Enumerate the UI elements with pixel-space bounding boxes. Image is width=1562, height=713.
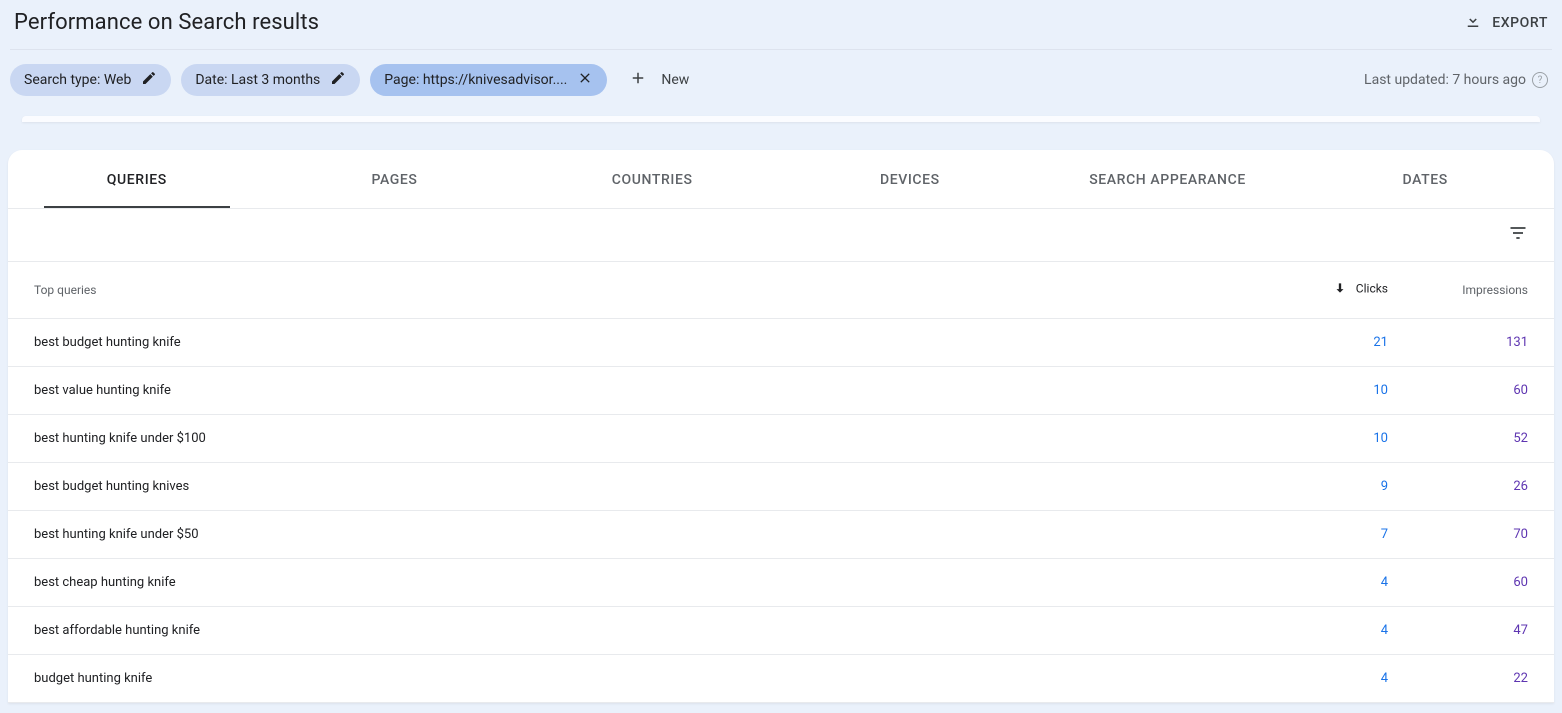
last-updated: Last updated: 7 hours ago ? bbox=[1364, 72, 1548, 88]
help-icon[interactable]: ? bbox=[1532, 72, 1548, 88]
clicks-cell: 4 bbox=[1274, 654, 1414, 702]
tab-pages[interactable]: PAGES bbox=[266, 150, 524, 208]
clicks-cell: 9 bbox=[1274, 462, 1414, 510]
add-filter-label: New bbox=[661, 72, 689, 88]
last-updated-text: Last updated: 7 hours ago bbox=[1364, 72, 1526, 88]
clicks-cell: 4 bbox=[1274, 606, 1414, 654]
col-header-clicks-label: Clicks bbox=[1356, 282, 1388, 296]
filter-chip-0[interactable]: Search type: Web bbox=[10, 64, 171, 96]
col-header-clicks[interactable]: Clicks bbox=[1274, 262, 1414, 318]
table-row[interactable]: budget hunting knife422 bbox=[8, 654, 1554, 702]
query-cell: best value hunting knife bbox=[8, 366, 1274, 414]
tab-countries[interactable]: COUNTRIES bbox=[523, 150, 781, 208]
filter-chip-2[interactable]: Page: https://knivesadvisor.... bbox=[370, 64, 607, 96]
tab-queries[interactable]: QUERIES bbox=[8, 150, 266, 208]
tab-devices[interactable]: DEVICES bbox=[781, 150, 1039, 208]
filter-chip-1[interactable]: Date: Last 3 months bbox=[181, 64, 360, 96]
table-row[interactable]: best budget hunting knife21131 bbox=[8, 318, 1554, 366]
tab-search-appearance[interactable]: SEARCH APPEARANCE bbox=[1039, 150, 1297, 208]
download-icon bbox=[1464, 12, 1482, 34]
query-cell: best cheap hunting knife bbox=[8, 558, 1274, 606]
query-cell: best budget hunting knife bbox=[8, 318, 1274, 366]
table-row[interactable]: best hunting knife under $50770 bbox=[8, 510, 1554, 558]
data-card: QUERIESPAGESCOUNTRIESDEVICESSEARCH APPEA… bbox=[8, 150, 1554, 703]
edit-icon[interactable] bbox=[330, 70, 346, 90]
impressions-cell: 60 bbox=[1414, 366, 1554, 414]
impressions-cell: 60 bbox=[1414, 558, 1554, 606]
clicks-cell: 10 bbox=[1274, 414, 1414, 462]
queries-table: Top queries Clicks Impressions best budg… bbox=[8, 262, 1554, 703]
impressions-cell: 52 bbox=[1414, 414, 1554, 462]
edit-icon[interactable] bbox=[141, 70, 157, 90]
query-cell: best hunting knife under $50 bbox=[8, 510, 1274, 558]
filter-chip-label: Page: https://knivesadvisor.... bbox=[384, 72, 567, 88]
table-row[interactable]: best hunting knife under $1001052 bbox=[8, 414, 1554, 462]
query-cell: budget hunting knife bbox=[8, 654, 1274, 702]
filter-chip-label: Search type: Web bbox=[24, 72, 131, 88]
export-button[interactable]: EXPORT bbox=[1464, 12, 1548, 34]
clicks-cell: 4 bbox=[1274, 558, 1414, 606]
clicks-cell: 10 bbox=[1274, 366, 1414, 414]
close-icon[interactable] bbox=[577, 70, 593, 90]
impressions-cell: 131 bbox=[1414, 318, 1554, 366]
query-cell: best budget hunting knives bbox=[8, 462, 1274, 510]
tab-dates[interactable]: DATES bbox=[1296, 150, 1554, 208]
export-label: EXPORT bbox=[1492, 15, 1548, 31]
add-filter-button[interactable]: New bbox=[629, 69, 689, 91]
col-header-impressions[interactable]: Impressions bbox=[1414, 262, 1554, 318]
impressions-cell: 70 bbox=[1414, 510, 1554, 558]
table-row[interactable]: best cheap hunting knife460 bbox=[8, 558, 1554, 606]
clicks-cell: 21 bbox=[1274, 318, 1414, 366]
table-row[interactable]: best budget hunting knives926 bbox=[8, 462, 1554, 510]
impressions-cell: 26 bbox=[1414, 462, 1554, 510]
clicks-cell: 7 bbox=[1274, 510, 1414, 558]
query-cell: best affordable hunting knife bbox=[8, 606, 1274, 654]
table-filter-button[interactable] bbox=[1508, 223, 1528, 247]
plus-icon bbox=[629, 69, 647, 91]
table-row[interactable]: best affordable hunting knife447 bbox=[8, 606, 1554, 654]
chart-placeholder bbox=[22, 116, 1540, 122]
page-title: Performance on Search results bbox=[14, 10, 319, 35]
filter-chip-label: Date: Last 3 months bbox=[195, 72, 320, 88]
query-cell: best hunting knife under $100 bbox=[8, 414, 1274, 462]
impressions-cell: 22 bbox=[1414, 654, 1554, 702]
arrow-down-icon bbox=[1333, 284, 1350, 298]
table-row[interactable]: best value hunting knife1060 bbox=[8, 366, 1554, 414]
col-header-query[interactable]: Top queries bbox=[8, 262, 1274, 318]
impressions-cell: 47 bbox=[1414, 606, 1554, 654]
